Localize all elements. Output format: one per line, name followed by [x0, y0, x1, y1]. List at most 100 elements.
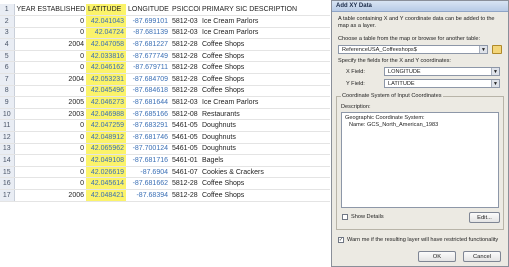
row-number[interactable]: 16 [0, 177, 15, 190]
table-row[interactable]: 8 0 42.045496 -87.684618 5812-28 Coffee Shops [0, 85, 330, 98]
cell-psiccod[interactable]: 5812-28 [170, 73, 200, 86]
cell-latitude[interactable]: 42.047058 [86, 38, 126, 51]
table-row[interactable]: 3 0 42.04724 -87.681139 5812-03 Ice Cream Par… [0, 27, 330, 40]
cell-sic-description[interactable]: Ice Cream Parlors [200, 96, 330, 109]
cell-sic-description[interactable]: Coffee Shops [200, 177, 330, 190]
cell-psiccod[interactable]: 5812-28 [170, 85, 200, 98]
table-row[interactable]: 17 2006 42.048421 -87.68394 5812-28 Coffee Sh… [0, 189, 330, 202]
cell-year[interactable]: 0 [14, 119, 86, 133]
cell-latitude[interactable]: 42.047259 [86, 119, 126, 133]
table-row[interactable]: 16 0 42.045614 -87.681662 5812-28 Coffee Shop… [0, 177, 330, 190]
table-row[interactable]: 10 2003 42.046988 -87.685166 5812-08 Restaura… [0, 108, 330, 121]
cell-psiccod[interactable]: 5812-03 [170, 96, 200, 109]
row-number[interactable]: 13 [0, 143, 15, 156]
cell-latitude[interactable]: 42.041043 [86, 15, 126, 28]
column-header-psiccod[interactable]: PSICCOD [170, 4, 200, 17]
cell-year[interactable]: 2006 [14, 189, 86, 202]
table-row[interactable]: 14 0 42.049108 -87.681716 5461-01 Bagels [0, 154, 330, 167]
row-number[interactable]: 5 [0, 50, 15, 63]
cell-sic-description[interactable]: Ice Cream Parlors [200, 27, 330, 40]
cell-sic-description[interactable]: Coffee Shops [200, 73, 330, 86]
cell-psiccod[interactable]: 5461-01 [170, 154, 200, 167]
table-row[interactable]: 5 0 42.033816 -87.677749 5812-28 Coffee Shops [0, 50, 330, 63]
chevron-down-icon[interactable]: ▼ [479, 46, 487, 53]
cell-longitude[interactable]: -87.68394 [126, 189, 170, 202]
cell-longitude[interactable]: -87.683291 [126, 119, 170, 133]
dialog-title[interactable]: Add XY Data [332, 1, 508, 12]
cell-latitude[interactable]: 42.049108 [86, 154, 126, 167]
cell-year[interactable]: 0 [14, 166, 86, 179]
column-header-latitude[interactable]: LATITUDE [86, 4, 126, 17]
cell-longitude[interactable]: -87.679711 [126, 61, 170, 75]
cell-latitude[interactable]: 42.048912 [86, 131, 126, 144]
description-box[interactable]: Geographic Coordinate System: Name: GCS_… [341, 112, 499, 208]
edit-button[interactable]: Edit... [469, 212, 500, 223]
cell-longitude[interactable]: -87.681227 [126, 38, 170, 51]
table-row[interactable]: 11 0 42.047259 -87.683291 5461-05 Doughnuts [0, 119, 330, 133]
row-number[interactable]: 11 [0, 119, 15, 133]
table-row[interactable]: 12 0 42.048912 -87.681746 5461-05 Doughnuts [0, 131, 330, 144]
cell-sic-description[interactable]: Restaurants [200, 108, 330, 121]
row-number[interactable]: 10 [0, 108, 15, 121]
cell-sic-description[interactable]: Cookies & Crackers [200, 166, 330, 179]
cell-longitude[interactable]: -87.685166 [126, 108, 170, 121]
column-header-longitude[interactable]: LONGITUDE [126, 4, 170, 17]
cell-psiccod[interactable]: 5812-28 [170, 61, 200, 75]
chevron-down-icon[interactable]: ▼ [491, 68, 499, 75]
cell-year[interactable]: 2004 [14, 73, 86, 86]
browse-folder-icon[interactable] [492, 45, 502, 54]
cell-longitude[interactable]: -87.6904 [126, 166, 170, 179]
y-field-select[interactable]: LATITUDE ▼ [384, 79, 500, 88]
cell-latitude[interactable]: 42.04724 [86, 27, 126, 40]
row-number[interactable]: 3 [0, 27, 15, 40]
cell-latitude[interactable]: 42.046988 [86, 108, 126, 121]
cell-year[interactable]: 0 [14, 177, 86, 190]
cell-latitude[interactable]: 42.048421 [86, 189, 126, 202]
cell-latitude[interactable]: 42.065962 [86, 143, 126, 156]
cell-year[interactable]: 2005 [14, 96, 86, 109]
cell-sic-description[interactable]: Bagels [200, 154, 330, 167]
cell-longitude[interactable]: -87.681662 [126, 177, 170, 190]
table-row[interactable]: 15 0 42.026619 -87.6904 5461-07 Cookies & Cra… [0, 166, 330, 179]
cell-sic-description[interactable]: Coffee Shops [200, 61, 330, 75]
table-select[interactable]: ReferenceUSA_Coffeeshops$ ▼ [338, 45, 488, 54]
table-row[interactable]: 13 0 42.065962 -87.700124 5461-05 Doughnuts [0, 143, 330, 156]
cell-latitude[interactable]: 42.026619 [86, 166, 126, 179]
cell-year[interactable]: 0 [14, 131, 86, 144]
cell-sic-description[interactable]: Doughnuts [200, 131, 330, 144]
row-number[interactable]: 8 [0, 85, 15, 98]
cell-latitude[interactable]: 42.046162 [86, 61, 126, 75]
cell-psiccod[interactable]: 5812-28 [170, 189, 200, 202]
cell-latitude[interactable]: 42.033816 [86, 50, 126, 63]
show-details-checkbox[interactable]: Show Details [342, 214, 384, 220]
cell-longitude[interactable]: -87.684709 [126, 73, 170, 86]
cell-year[interactable]: 0 [14, 61, 86, 75]
cell-sic-description[interactable]: Ice Cream Parlors [200, 15, 330, 28]
row-number[interactable]: 15 [0, 166, 15, 179]
row-number[interactable]: 17 [0, 189, 15, 202]
checkbox-box[interactable] [342, 214, 348, 220]
cell-psiccod[interactable]: 5812-28 [170, 177, 200, 190]
cell-year[interactable]: 0 [14, 50, 86, 63]
cell-sic-description[interactable]: Doughnuts [200, 143, 330, 156]
cell-longitude[interactable]: -87.677749 [126, 50, 170, 63]
column-header-year[interactable]: YEAR ESTABLISHED [14, 4, 86, 17]
table-row[interactable]: 2 0 42.041043 -87.699101 5812-03 Ice Cream Pa… [0, 15, 330, 28]
row-number[interactable]: 6 [0, 61, 15, 75]
cell-longitude[interactable]: -87.681716 [126, 154, 170, 167]
cell-longitude[interactable]: -87.700124 [126, 143, 170, 156]
cell-year[interactable]: 0 [14, 85, 86, 98]
cell-sic-description[interactable]: Doughnuts [200, 119, 330, 133]
cell-psiccod[interactable]: 5812-08 [170, 108, 200, 121]
cell-psiccod[interactable]: 5461-05 [170, 119, 200, 133]
cell-psiccod[interactable]: 5461-05 [170, 143, 200, 156]
cell-sic-description[interactable]: Coffee Shops [200, 189, 330, 202]
cell-longitude[interactable]: -87.684618 [126, 85, 170, 98]
cell-psiccod[interactable]: 5812-03 [170, 27, 200, 40]
cell-psiccod[interactable]: 5812-03 [170, 15, 200, 28]
table-row[interactable]: 4 2004 42.047058 -87.681227 5812-28 Coffee Sh… [0, 38, 330, 51]
cell-sic-description[interactable]: Coffee Shops [200, 85, 330, 98]
table-row[interactable]: 9 2005 42.046273 -87.681644 5812-03 Ice Cream… [0, 96, 330, 109]
column-header-sic-description[interactable]: PRIMARY SIC DESCRIPTION [200, 4, 330, 17]
cell-psiccod[interactable]: 5461-05 [170, 131, 200, 144]
